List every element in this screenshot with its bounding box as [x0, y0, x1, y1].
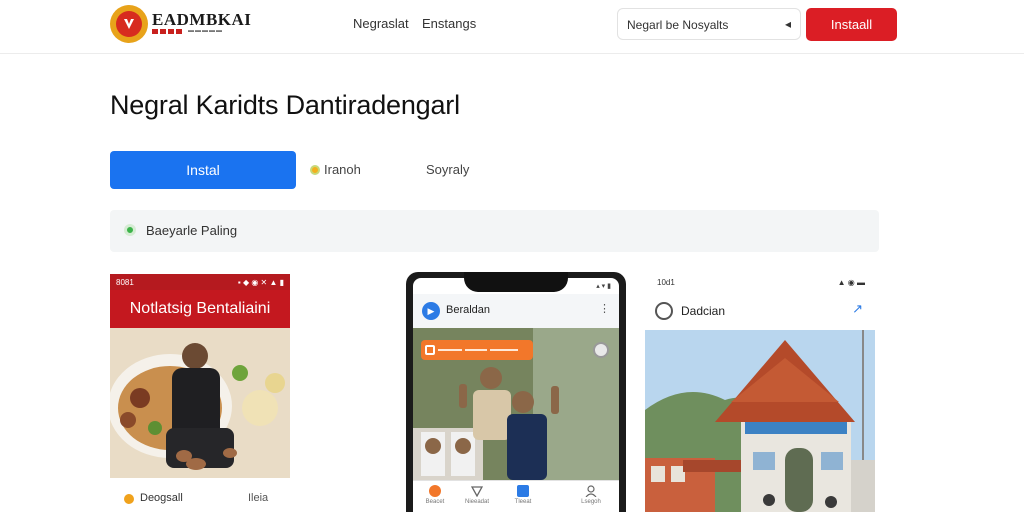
card1-footer-label: Deogsall — [140, 492, 183, 504]
install-button[interactable]: Instal — [110, 151, 296, 189]
more-options-icon[interactable]: ⋮ — [599, 302, 610, 315]
page-title: Negral Karidts Dantiradengarl — [110, 90, 460, 120]
action-link-2[interactable]: Soyraly — [426, 162, 469, 177]
action-link-1-label: Iranoh — [324, 162, 361, 177]
nav-link-1[interactable]: Negraslat — [353, 16, 409, 31]
action-link-2-label: Soyraly — [426, 162, 470, 177]
search-arrow-icon[interactable]: ◂ — [785, 17, 791, 31]
triangle-icon — [471, 486, 483, 497]
card1-footer: Deogsall Ileia — [110, 478, 290, 512]
top-header: EADMBKAI ▬▬▬▬▬ Negraslat Enstangs Negarl… — [0, 0, 1024, 54]
card2-app-icon: ▶ — [422, 302, 440, 320]
search-input[interactable]: Negarl be Nosyalts ◂ — [617, 8, 801, 40]
card3-status-icons: ▲ ◉ ▬ — [837, 278, 865, 287]
nav-link-2[interactable]: Enstangs — [422, 16, 476, 31]
number-badge-icon — [517, 485, 529, 497]
card1-footer-extra: Ileia — [248, 492, 269, 504]
search-placeholder: Negarl be Nosyalts — [627, 18, 729, 32]
card3-status-time: 10d1 — [657, 278, 675, 287]
card1-status-icons: ▪ ◆ ◉ ✕ ▲ ▮ — [237, 277, 284, 287]
card1-footer-icon — [124, 494, 134, 504]
card2-tab-3[interactable]: Tleeat — [505, 485, 541, 505]
card1-status-time: 8081 — [116, 277, 134, 287]
screenshot-card-2[interactable]: ▴ ▾ ▮ ▶ Beraldan ⋮ Beacet Nieeadat Tleea… — [406, 272, 626, 512]
brand-name: EADMBKAI — [152, 10, 252, 29]
screenshot-card-3[interactable]: 10d1 ▲ ◉ ▬ Dadcian ↗ — [645, 274, 875, 512]
card2-tab-2[interactable]: Nieeadat — [459, 485, 495, 505]
card2-app-bar: ▶ Beraldan ⋮ — [413, 294, 619, 328]
card2-tab-4-label: Lsegoh — [581, 499, 601, 505]
profile-icon — [585, 485, 597, 497]
card3-title: Dadcian — [681, 304, 726, 318]
phone-notch — [464, 272, 568, 292]
info-banner: Baeyarle Paling — [110, 210, 879, 252]
card2-tab-bar: Beacet Nieeadat Tleeat Lsegoh — [413, 480, 619, 512]
card1-banner: Notlatsig Bentaliaini — [110, 290, 290, 328]
card3-building-photo — [645, 330, 875, 512]
phone-screen: ▴ ▾ ▮ ▶ Beraldan ⋮ Beacet Nieeadat Tleea… — [413, 278, 619, 512]
card2-camera-icon[interactable] — [593, 342, 609, 358]
header-install-button[interactable]: Instaall — [806, 8, 897, 41]
info-dot-icon — [124, 224, 136, 236]
card2-tab-1-label: Beacet — [425, 499, 445, 505]
card2-tab-1[interactable]: Beacet — [417, 485, 453, 505]
home-icon — [429, 485, 441, 497]
status-dot-icon — [310, 164, 320, 175]
card3-action-icon[interactable]: ↗ — [852, 301, 863, 317]
card2-app-title: Beraldan — [446, 304, 491, 316]
brand-tagline: ▬▬▬▬▬ — [152, 28, 223, 34]
logo-emblem-icon — [116, 11, 142, 37]
card2-tab-4[interactable]: Lsegoh — [573, 485, 609, 505]
card2-tag-pill — [421, 340, 533, 360]
card1-food-photo — [110, 328, 290, 478]
card2-content-photo — [413, 328, 619, 480]
card2-tab-3-label: Tleeat — [514, 499, 532, 505]
card1-status-bar: 8081 ▪ ◆ ◉ ✕ ▲ ▮ — [110, 274, 290, 290]
action-link-1[interactable]: Iranoh — [310, 162, 361, 177]
card3-status-bar: 10d1 ▲ ◉ ▬ — [645, 278, 875, 292]
card3-header: Dadcian ↗ — [645, 296, 875, 326]
screenshot-card-1[interactable]: 8081 ▪ ◆ ◉ ✕ ▲ ▮ Notlatsig Bentaliaini D… — [110, 274, 290, 512]
card2-tab-2-label: Nieeadat — [464, 499, 490, 505]
brand-logo[interactable] — [110, 5, 148, 43]
card3-search-icon[interactable] — [655, 302, 673, 320]
info-banner-label: Baeyarle Paling — [146, 223, 238, 238]
